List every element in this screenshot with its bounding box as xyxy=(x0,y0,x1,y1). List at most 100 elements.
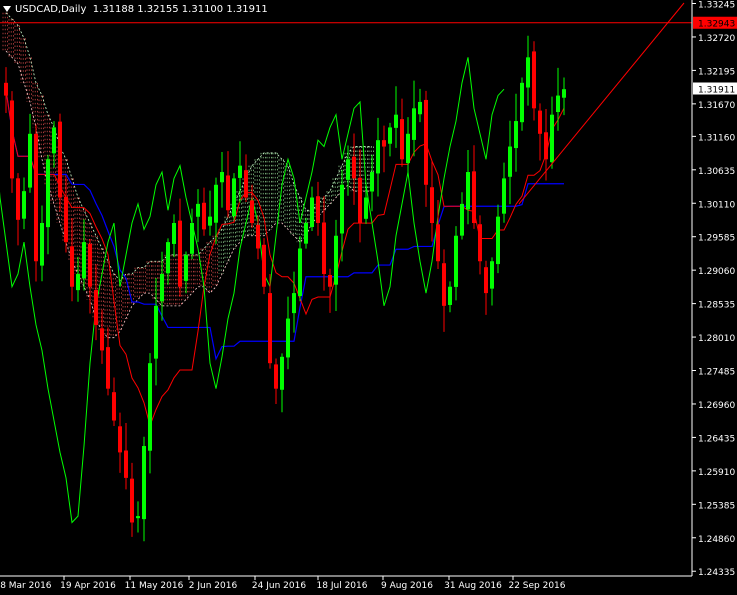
candle-body[interactable] xyxy=(316,196,320,224)
candle-body[interactable] xyxy=(352,156,356,179)
candle-body[interactable] xyxy=(286,318,290,358)
candle-body[interactable] xyxy=(526,57,530,88)
candle-body[interactable] xyxy=(430,187,434,224)
candle-body[interactable] xyxy=(388,127,392,144)
candle-body[interactable] xyxy=(16,178,20,220)
candle-body[interactable] xyxy=(196,203,200,217)
candle-body[interactable] xyxy=(538,110,542,134)
candle-body[interactable] xyxy=(40,223,44,266)
candle-body[interactable] xyxy=(238,165,242,178)
candle-body[interactable] xyxy=(82,242,86,279)
candle-body[interactable] xyxy=(226,175,230,211)
candle-body[interactable] xyxy=(370,172,374,192)
candle-body[interactable] xyxy=(340,184,344,234)
candle-body[interactable] xyxy=(508,146,512,177)
candle-body[interactable] xyxy=(436,224,440,262)
candle-body[interactable] xyxy=(448,286,452,305)
candle-body[interactable] xyxy=(166,242,170,274)
candle-body[interactable] xyxy=(328,274,332,287)
candle-body[interactable] xyxy=(274,364,278,389)
candle-body[interactable] xyxy=(268,293,272,364)
candle-body[interactable] xyxy=(58,121,62,198)
candle-body[interactable] xyxy=(562,89,566,98)
candle-body[interactable] xyxy=(136,516,140,519)
candle-body[interactable] xyxy=(400,119,404,160)
candle-body[interactable] xyxy=(424,99,428,185)
candle-body[interactable] xyxy=(322,222,326,274)
candle-body[interactable] xyxy=(382,140,386,147)
candle-body[interactable] xyxy=(178,220,182,287)
candle-body[interactable] xyxy=(460,203,464,236)
candle-body[interactable] xyxy=(376,140,380,174)
candle-body[interactable] xyxy=(484,267,488,294)
candle-body[interactable] xyxy=(262,244,266,287)
dropdown-triangle-icon[interactable] xyxy=(3,6,11,12)
candle-body[interactable] xyxy=(514,121,518,149)
candle-body[interactable] xyxy=(160,273,164,302)
candle-body[interactable] xyxy=(310,197,314,228)
candle-body[interactable] xyxy=(472,171,476,224)
candle-body[interactable] xyxy=(28,133,32,188)
price-chart[interactable]: 1.33245 1.32720 1.32195 1.31670 1.31160 1.306… xyxy=(0,0,737,595)
candle-body[interactable] xyxy=(292,293,296,314)
candle-body[interactable] xyxy=(130,478,134,523)
candle-body[interactable] xyxy=(46,159,50,228)
candle-body[interactable] xyxy=(214,184,218,223)
candle-body[interactable] xyxy=(244,170,248,198)
candle-body[interactable] xyxy=(142,446,146,520)
candle-body[interactable] xyxy=(532,51,536,109)
candle-body[interactable] xyxy=(256,224,260,249)
candle-body[interactable] xyxy=(100,328,104,351)
candle-body[interactable] xyxy=(184,254,188,281)
candle-body[interactable] xyxy=(124,450,128,478)
candle-body[interactable] xyxy=(220,172,224,183)
candle-body[interactable] xyxy=(154,305,158,359)
candle-body[interactable] xyxy=(394,114,398,128)
candle-body[interactable] xyxy=(544,132,548,160)
candle-body[interactable] xyxy=(496,216,500,265)
time-tick-label: 9 Aug 2016 xyxy=(381,581,433,591)
candle-body[interactable] xyxy=(4,82,8,96)
candle-body[interactable] xyxy=(34,133,38,262)
candle-body[interactable] xyxy=(148,363,152,451)
candle-body[interactable] xyxy=(478,224,482,262)
candle-body[interactable] xyxy=(88,244,92,287)
candle-body[interactable] xyxy=(250,200,254,224)
candle-body[interactable] xyxy=(106,347,110,389)
candle-body[interactable] xyxy=(10,100,14,179)
candle-body[interactable] xyxy=(466,172,470,210)
candle-body[interactable] xyxy=(346,159,350,180)
candle-body[interactable] xyxy=(172,223,176,244)
candle-body[interactable] xyxy=(76,273,80,291)
candle-body[interactable] xyxy=(70,246,74,287)
time-tick-label: 11 May 2016 xyxy=(125,581,184,591)
candle-body[interactable] xyxy=(298,248,302,297)
candle-body[interactable] xyxy=(556,95,560,113)
candle-body[interactable] xyxy=(490,261,494,289)
candle-body[interactable] xyxy=(412,108,416,140)
candle-body[interactable] xyxy=(442,263,446,306)
candle-body[interactable] xyxy=(280,356,284,390)
candle-body[interactable] xyxy=(94,290,98,325)
candle-body[interactable] xyxy=(208,216,212,226)
candle-body[interactable] xyxy=(358,177,362,224)
candle-body[interactable] xyxy=(334,235,338,285)
candle-body[interactable] xyxy=(52,127,56,154)
candle-body[interactable] xyxy=(112,392,116,421)
candle-body[interactable] xyxy=(550,114,554,163)
candle-body[interactable] xyxy=(232,178,236,217)
candle-body[interactable] xyxy=(520,82,524,123)
candle-body[interactable] xyxy=(118,426,122,453)
candle-body[interactable] xyxy=(304,223,308,244)
candle-body[interactable] xyxy=(202,202,206,230)
candle-body[interactable] xyxy=(22,191,26,219)
candle-body[interactable] xyxy=(364,197,368,219)
time-tick-label: 2 Jun 2016 xyxy=(189,581,238,591)
candle-body[interactable] xyxy=(190,223,194,254)
candle-body[interactable] xyxy=(406,133,410,164)
price-tick-label: 1.29060 xyxy=(698,267,735,277)
candle-body[interactable] xyxy=(418,101,422,115)
candle-body[interactable] xyxy=(502,178,506,214)
candle-body[interactable] xyxy=(64,196,68,243)
candle-body[interactable] xyxy=(454,235,458,287)
